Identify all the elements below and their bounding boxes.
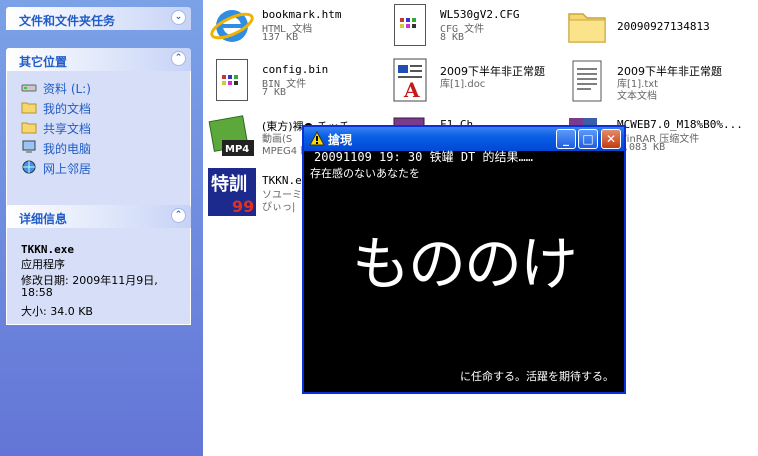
text-document-icon — [572, 60, 602, 102]
file-size: 8 KB — [440, 32, 465, 43]
folder-icon — [21, 122, 37, 134]
file-item-selected[interactable]: 特訓 99 TKKN.ex ソユーミ ぴぃっ| — [208, 168, 308, 216]
other-places-body: 资料 (L:) 我的文档 共享文档 我的电脑 网上邻居 — [6, 71, 191, 211]
file-type: 库[1].doc — [440, 79, 486, 90]
place-item-my-documents[interactable]: 我的文档 — [7, 97, 190, 117]
details-size: 大小: 34.0 KB — [21, 305, 93, 318]
other-places-header[interactable]: 其它位置 ⌃ — [6, 48, 191, 71]
details-body: TKKN.exe 应用程序 修改日期: 2009年11月9日, 18:58 大小… — [6, 228, 191, 325]
folder-icon — [21, 102, 37, 114]
folder-icon — [568, 13, 606, 43]
file-tasks-panel: 文件和文件夹任务 ⌄ — [6, 7, 191, 30]
chevron-down-icon[interactable]: ⌄ — [171, 10, 186, 25]
warning-icon — [309, 131, 325, 146]
details-file-type: 应用程序 — [21, 258, 65, 271]
file-item[interactable]: 2009下半年非正常题 库[1].txt 文本文档 — [563, 57, 753, 105]
video-caption-bottom: に任命する。活躍を期待する。 — [460, 370, 614, 383]
internet-explorer-icon — [210, 10, 254, 42]
mp4-video-icon: MP4 — [208, 115, 254, 156]
details-modified-time: 18:58 — [21, 286, 53, 299]
svg-text:99: 99 — [232, 197, 254, 216]
place-label: 资料 (L:) — [43, 82, 91, 96]
computer-icon — [22, 140, 36, 153]
file-item[interactable]: WL530gV2.CFG CFG 文件 8 KB — [386, 2, 556, 50]
other-places-panel: 其它位置 ⌃ 资料 (L:) 我的文档 共享文档 我的电脑 网上邻居 — [6, 48, 191, 211]
window-title: 搶現 — [328, 133, 353, 147]
place-label: 我的电脑 — [43, 142, 92, 156]
place-item-shared-documents[interactable]: 共享文档 — [7, 117, 190, 137]
file-item[interactable]: 20090927134813 — [563, 2, 753, 50]
video-big-caption: もののけ — [351, 230, 578, 298]
close-button[interactable]: ✕ — [601, 129, 621, 149]
place-item-network[interactable]: 网上邻居 — [7, 157, 190, 177]
svg-text:A: A — [403, 78, 420, 102]
place-item-drive[interactable]: 资料 (L:) — [7, 77, 190, 97]
details-panel: 详细信息 ⌃ TKKN.exe 应用程序 修改日期: 2009年11月9日, 1… — [6, 205, 191, 325]
details-header[interactable]: 详细信息 ⌃ — [6, 205, 191, 228]
cfg-file-icon — [386, 2, 434, 50]
other-places-title: 其它位置 — [19, 55, 68, 69]
svg-text:MP4: MP4 — [225, 144, 249, 155]
place-item-my-computer[interactable]: 我的电脑 — [7, 137, 190, 157]
bin-file-icon — [208, 57, 256, 105]
network-icon — [22, 160, 36, 174]
chevron-up-icon[interactable]: ⌃ — [171, 51, 186, 66]
player-window[interactable]: 搶現 _ □ ✕ 20091109 19: 30 铁罐 DT 的结果…… 存在感… — [302, 125, 626, 394]
task-pane: 文件和文件夹任务 ⌄ 其它位置 ⌃ 资料 (L:) 我的文档 共享文档 我的电脑… — [0, 0, 203, 456]
file-tasks-header[interactable]: 文件和文件夹任务 ⌄ — [6, 7, 191, 30]
file-item[interactable]: A 2009下半年非正常题 库[1].doc — [386, 57, 561, 105]
chevron-up-icon[interactable]: ⌃ — [171, 208, 186, 223]
maximize-button[interactable]: □ — [578, 129, 598, 149]
file-size: ぴぃっ| — [262, 202, 296, 213]
svg-text:特訓: 特訓 — [211, 173, 247, 195]
file-item[interactable]: config.bin BIN 文件 7 KB — [208, 57, 378, 105]
place-label: 我的文档 — [43, 102, 92, 116]
video-caption-top: 存在感のないあなたを — [310, 167, 420, 180]
drive-icon — [21, 84, 37, 92]
file-size: 7 KB — [262, 87, 287, 98]
minimize-button[interactable]: _ — [556, 129, 576, 149]
place-label: 网上邻居 — [43, 162, 92, 176]
file-size: 137 KB — [262, 32, 299, 43]
file-name: 20090927134813 — [617, 20, 710, 33]
application-icon: 特訓 99 — [208, 168, 256, 216]
video-subtitle: 20091109 19: 30 铁罐 DT 的结果…… — [314, 150, 533, 164]
place-label: 共享文档 — [43, 122, 92, 136]
file-tasks-title: 文件和文件夹任务 — [19, 14, 116, 28]
file-size: 文本文档 — [617, 91, 657, 102]
file-item[interactable]: bookmark.htm HTML 文档 137 KB — [208, 2, 378, 50]
word-document-icon: A — [393, 58, 427, 102]
details-title: 详细信息 — [19, 212, 68, 226]
details-file-name: TKKN.exe — [21, 243, 74, 256]
